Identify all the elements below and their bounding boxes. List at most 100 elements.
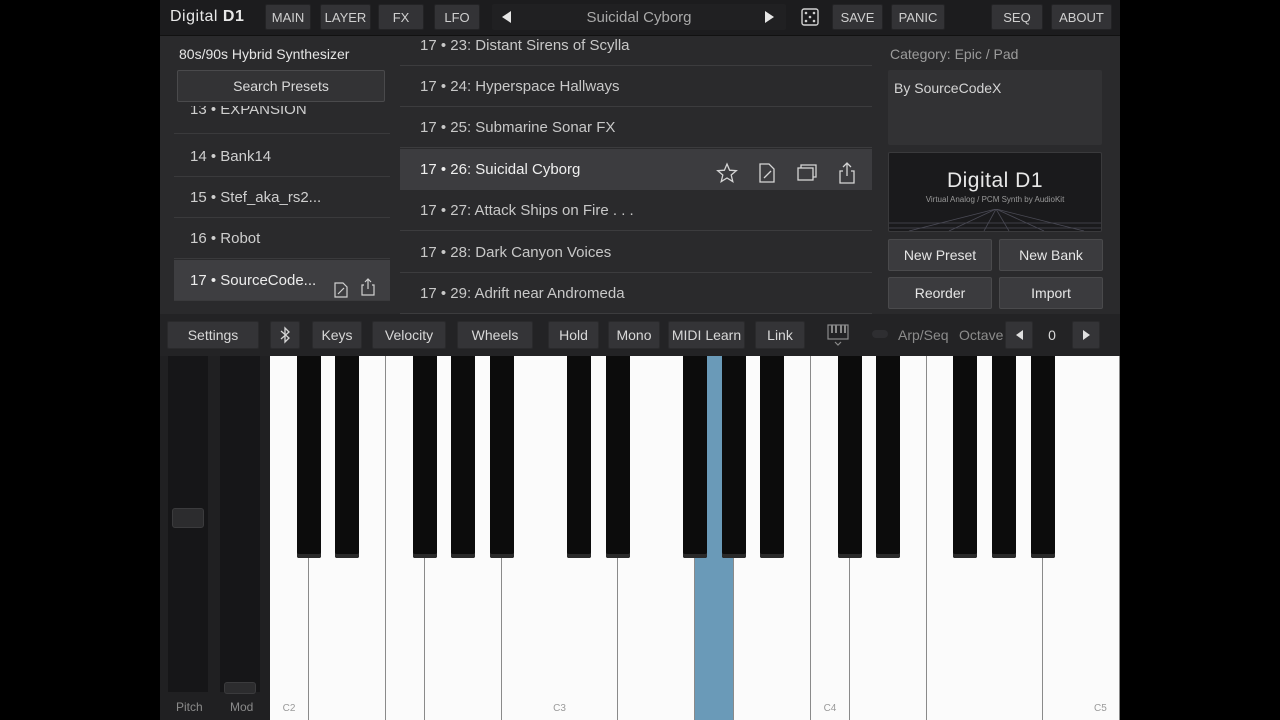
bank-panel: 80s/90s Hybrid Synthesizer Search Preset…	[160, 36, 393, 314]
octave-value: 0	[1048, 327, 1056, 343]
digital-d1-logo: Digital D1 Virtual Analog / PCM Synth by…	[888, 152, 1102, 232]
black-key-asharp2[interactable]	[489, 356, 514, 558]
share-bank-icon[interactable]	[361, 271, 375, 296]
preset-item[interactable]: 17 • 29: Adrift near Andromeda	[400, 273, 872, 314]
preset-description: By SourceCodeX	[888, 70, 1102, 145]
about-button[interactable]: ABOUT	[1051, 4, 1112, 30]
pitch-wheel[interactable]	[168, 356, 208, 692]
chevron-right-icon	[1082, 330, 1090, 340]
octave-key-label: C3	[553, 703, 566, 714]
preset-category: Category: Epic / Pad	[890, 46, 1019, 62]
black-key-csharp3[interactable]	[567, 356, 592, 558]
hold-button[interactable]: Hold	[548, 321, 599, 349]
logo-grid-graphic	[889, 209, 1101, 231]
logo-text: Digital	[170, 8, 223, 25]
tab-layer[interactable]: LAYER	[320, 4, 371, 30]
logo-text-bold: D1	[222, 8, 245, 25]
bank-item-selected[interactable]: 17 • SourceCode...	[174, 260, 390, 301]
black-key-asharp3[interactable]	[760, 356, 785, 558]
share-preset-icon[interactable]	[836, 159, 858, 184]
midi-learn-button[interactable]: MIDI Learn	[668, 321, 745, 349]
arp-seq-toggle[interactable]	[872, 330, 888, 338]
velocity-button[interactable]: Velocity	[372, 321, 446, 349]
wheels-button[interactable]: Wheels	[457, 321, 533, 349]
bluetooth-icon	[280, 326, 290, 344]
preset-item[interactable]: 17 • 27: Attack Ships on Fire . . .	[400, 190, 872, 231]
keyboard-control-bar: Settings Keys Velocity Wheels Hold Mono …	[160, 314, 1120, 356]
app-logo: Digital D1	[170, 8, 244, 26]
black-key-csharp2[interactable]	[296, 356, 321, 558]
preset-item[interactable]: 17 • 28: Dark Canyon Voices	[400, 232, 872, 273]
tab-main[interactable]: MAIN	[265, 4, 311, 30]
tab-lfo[interactable]: LFO	[434, 4, 480, 30]
piano-keyboard: C2 C3 C4 C5	[270, 356, 1120, 720]
octave-key-label: C4	[823, 703, 837, 714]
mono-button[interactable]: Mono	[608, 321, 660, 349]
black-key-fsharp4[interactable]	[953, 356, 978, 558]
bank-item[interactable]: 16 • Robot	[174, 218, 390, 259]
next-preset-icon[interactable]	[765, 11, 774, 23]
wheels-area: Pitch Mod	[160, 356, 270, 720]
tab-fx[interactable]: FX	[378, 4, 424, 30]
bank-item[interactable]: 15 • Stef_aka_rs2...	[174, 177, 390, 218]
settings-button[interactable]: Settings	[167, 321, 259, 349]
random-dice-icon[interactable]	[801, 8, 819, 26]
bank-item[interactable]: 13 • EXPANSION	[174, 106, 390, 134]
preset-selector: Suicidal Cyborg	[492, 4, 786, 30]
black-key-fsharp2[interactable]	[412, 356, 437, 558]
preset-author: By SourceCodeX	[894, 80, 1002, 96]
new-preset-button[interactable]: New Preset	[888, 239, 992, 271]
keys-button[interactable]: Keys	[312, 321, 362, 349]
preset-item-selected[interactable]: 17 • 26: Suicidal Cyborg	[400, 149, 872, 190]
black-key-gsharp2[interactable]	[451, 356, 476, 558]
black-key-dsharp2[interactable]	[335, 356, 360, 558]
import-button[interactable]: Import	[999, 277, 1103, 309]
logo-subtitle: Virtual Analog / PCM Synth by AudioKit	[925, 195, 1065, 204]
bluetooth-button[interactable]	[270, 321, 300, 349]
bank-item[interactable]: 14 • Bank14	[174, 136, 390, 177]
bank-item-label: 17 • SourceCode...	[190, 272, 317, 289]
octave-down-button[interactable]	[1005, 321, 1033, 349]
search-presets-button[interactable]: Search Presets	[177, 70, 385, 102]
white-key-c5[interactable]: C5	[1081, 356, 1120, 720]
preset-list: 17 • 23: Distant Sirens of Scylla 17 • 2…	[400, 36, 872, 314]
top-bar: Digital D1 MAIN LAYER FX LFO Suicidal Cy…	[160, 0, 1120, 36]
save-button[interactable]: SAVE	[832, 4, 883, 30]
logo-title: Digital D1	[946, 169, 1044, 192]
preset-info-panel: Category: Epic / Pad By SourceCodeX Digi…	[880, 36, 1120, 314]
synth-app: Digital D1 MAIN LAYER FX LFO Suicidal Cy…	[160, 0, 1120, 720]
black-key-fsharp3[interactable]	[683, 356, 707, 558]
pitch-wheel-knob[interactable]	[172, 508, 204, 528]
duplicate-preset-icon[interactable]	[796, 159, 818, 181]
mod-wheel[interactable]	[220, 356, 260, 694]
black-key-dsharp4[interactable]	[876, 356, 901, 558]
arp-seq-label[interactable]: Arp/Seq	[898, 327, 949, 343]
preset-item[interactable]: 17 • 23: Distant Sirens of Scylla	[400, 36, 872, 66]
black-key-gsharp4[interactable]	[992, 356, 1017, 558]
octave-key-label: C2	[282, 703, 296, 714]
black-key-asharp4[interactable]	[1030, 356, 1055, 558]
mod-wheel-knob[interactable]	[224, 682, 256, 694]
favorite-star-icon[interactable]	[716, 159, 738, 183]
black-key-dsharp3[interactable]	[605, 356, 630, 558]
link-button[interactable]: Link	[755, 321, 805, 349]
preset-item-label: 17 • 26: Suicidal Cyborg	[420, 161, 581, 178]
octave-key-label: C5	[1094, 703, 1107, 714]
seq-button[interactable]: SEQ	[991, 4, 1043, 30]
preset-item[interactable]: 17 • 25: Submarine Sonar FX	[400, 107, 872, 148]
keyboard-view-icon[interactable]	[826, 323, 850, 347]
pitch-label: Pitch	[176, 700, 203, 714]
new-bank-button[interactable]: New Bank	[999, 239, 1103, 271]
black-key-gsharp3[interactable]	[721, 356, 746, 558]
bank-list: 13 • EXPANSION 14 • Bank14 15 • Stef_aka…	[174, 106, 390, 314]
preset-item[interactable]: 17 • 24: Hyperspace Hallways	[400, 66, 872, 107]
preset-actions	[716, 149, 858, 190]
chevron-left-icon	[1015, 330, 1023, 340]
mod-label: Mod	[230, 700, 254, 714]
panic-button[interactable]: PANIC	[891, 4, 945, 30]
reorder-button[interactable]: Reorder	[888, 277, 992, 309]
edit-bank-icon[interactable]	[334, 273, 348, 298]
octave-up-button[interactable]	[1072, 321, 1100, 349]
black-key-csharp4[interactable]	[837, 356, 862, 558]
edit-preset-icon[interactable]	[756, 159, 778, 183]
